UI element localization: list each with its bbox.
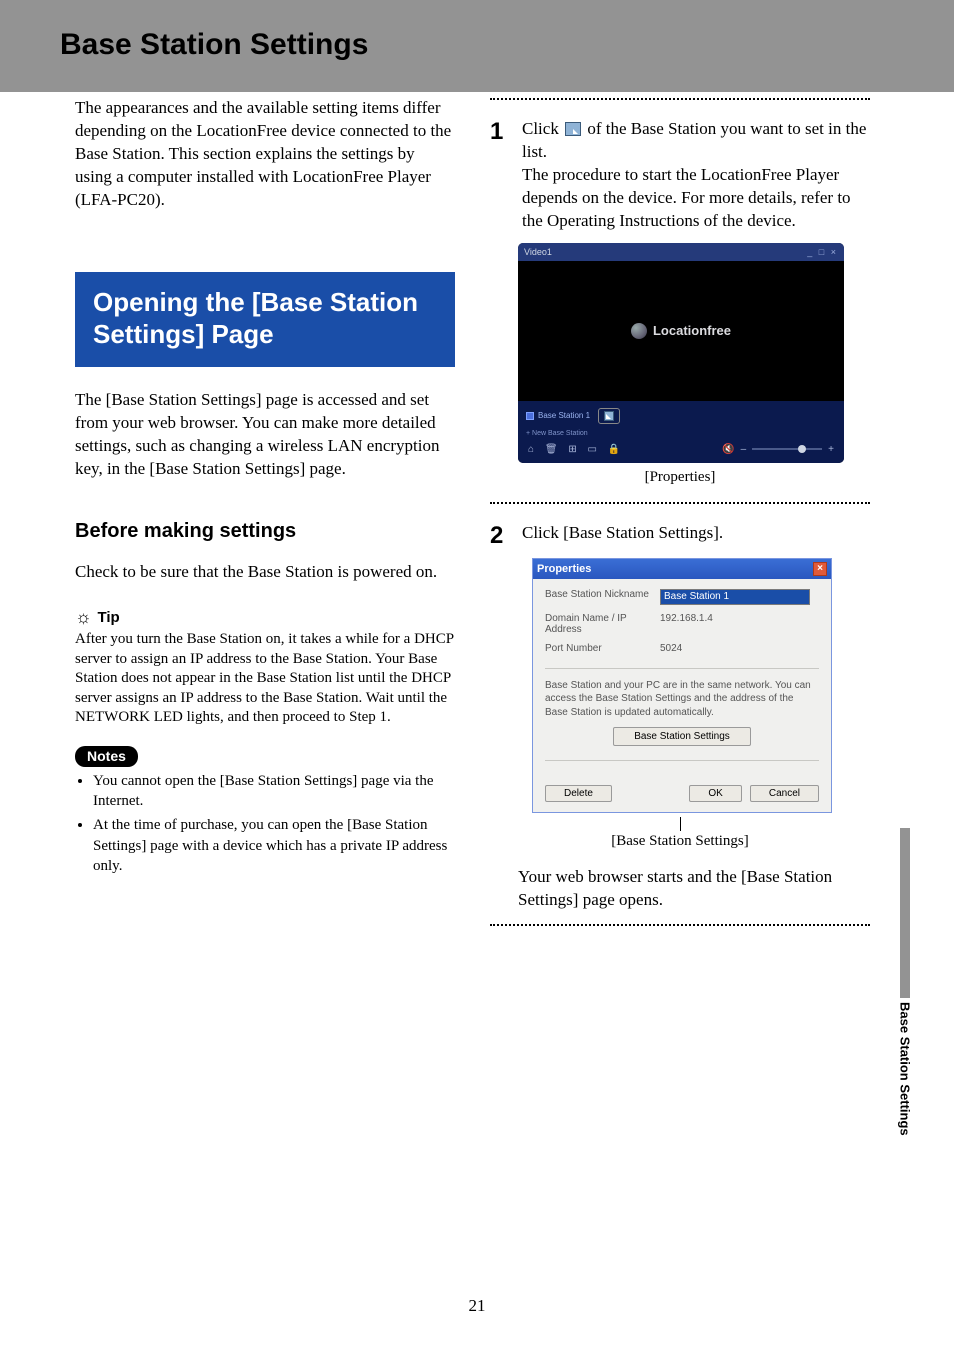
app-titlebar: Video1 _ □ × [518, 243, 844, 261]
locationfree-logo-text: Locationfree [653, 323, 731, 338]
app-canvas: Locationfree [518, 261, 844, 401]
tip-row: ☼ Tip [75, 608, 455, 626]
ok-button[interactable]: OK [689, 785, 741, 802]
figure-caption: [Base Station Settings] [490, 833, 870, 850]
notes-item: You cannot open the [Base Station Settin… [93, 771, 455, 812]
section-paragraph: The [Base Station Settings] page is acce… [75, 389, 455, 481]
nickname-label: Base Station Nickname [545, 589, 660, 605]
nickname-row: Base Station Nickname [545, 589, 819, 605]
dialog-separator [545, 760, 819, 761]
properties-icon[interactable] [565, 122, 581, 136]
domain-label: Domain Name / IP Address [545, 613, 660, 635]
callout-line [680, 817, 681, 831]
dotted-divider [490, 98, 870, 100]
mute-icon[interactable]: 🔇 [722, 444, 734, 455]
step-body: Click of the Base Station you want to se… [522, 118, 870, 233]
page-number: 21 [0, 1296, 954, 1316]
dialog-body: Base Station Nickname Domain Name / IP A… [533, 579, 831, 813]
locationfree-logo-icon [631, 323, 647, 339]
minus-icon[interactable]: – [741, 444, 747, 455]
dialog-separator [545, 668, 819, 669]
app-lower-panel: Base Station 1 + New Base Station ⌂ 🗑 ⊞ … [518, 401, 844, 463]
lightbulb-icon: ☼ [75, 608, 92, 626]
dialog-button-bar: Delete OK Cancel [545, 771, 819, 802]
toolbar-left: ⌂ 🗑 ⊞ ▭ 🔒 [528, 444, 628, 455]
tip-body: After you turn the Base Station on, it t… [75, 630, 455, 728]
tip-label: Tip [98, 609, 120, 626]
step-number: 1 [490, 118, 508, 233]
volume-slider[interactable] [752, 448, 822, 450]
dialog-message: Base Station and your PC are in the same… [545, 679, 819, 720]
notes-label: Notes [75, 746, 138, 767]
add-icon[interactable]: ⊞ [568, 444, 576, 455]
side-tab-bar [900, 828, 910, 998]
page-header: Base Station Settings [0, 0, 954, 92]
locationfree-window: Video1 _ □ × Locationfree Base Station 1… [518, 243, 844, 463]
bss-button-row: Base Station Settings [545, 727, 819, 746]
delete-button[interactable]: Delete [545, 785, 612, 802]
left-column: The appearances and the available settin… [75, 92, 455, 880]
properties-icon[interactable] [598, 408, 620, 424]
settings-icon[interactable]: ▭ [587, 444, 596, 455]
plus-icon[interactable]: + [828, 444, 834, 455]
step1-text-c: The procedure to start the LocationFree … [522, 165, 851, 230]
page-title: Base Station Settings [60, 28, 954, 62]
toolbar-right: 🔇 – + [722, 444, 834, 455]
nickname-input[interactable] [660, 589, 810, 605]
port-row: Port Number 5024 [545, 643, 819, 654]
step-number: 2 [490, 522, 508, 548]
base-station-settings-button[interactable]: Base Station Settings [613, 727, 751, 746]
trash-icon[interactable]: 🗑 [545, 444, 558, 455]
notes-list: You cannot open the [Base Station Settin… [93, 771, 455, 876]
port-label: Port Number [545, 643, 660, 654]
base-station-name: Base Station 1 [538, 411, 590, 420]
base-station-icon [526, 412, 534, 420]
side-tab-text: Base Station Settings [898, 1002, 913, 1136]
window-controls[interactable]: _ □ × [807, 247, 838, 257]
closing-paragraph: Your web browser starts and the [Base St… [518, 866, 858, 912]
step1-text-a: Click [522, 119, 563, 138]
home-icon[interactable]: ⌂ [528, 444, 534, 455]
side-tab: Base Station Settings [894, 828, 916, 1136]
port-value: 5024 [660, 643, 682, 654]
intro-paragraph: The appearances and the available settin… [75, 97, 455, 212]
domain-value: 192.168.1.4 [660, 613, 713, 635]
notes-item: At the time of purchase, you can open th… [93, 815, 455, 876]
figure-caption: [Properties] [490, 469, 870, 486]
subheading-before: Before making settings [75, 520, 455, 543]
right-column: 1 Click of the Base Station you want to … [490, 92, 870, 926]
app-toolbar: ⌂ 🗑 ⊞ ▭ 🔒 🔇 – + [524, 440, 838, 457]
cancel-button[interactable]: Cancel [750, 785, 819, 802]
base-station-list-item[interactable]: Base Station 1 [524, 405, 838, 427]
dotted-divider [490, 924, 870, 926]
check-power-paragraph: Check to be sure that the Base Station i… [75, 561, 455, 584]
step-2: 2 Click [Base Station Settings]. [490, 522, 870, 548]
dotted-divider [490, 502, 870, 504]
dialog-titlebar: Properties × [533, 559, 831, 579]
domain-row: Domain Name / IP Address 192.168.1.4 [545, 613, 819, 635]
properties-dialog: Properties × Base Station Nickname Domai… [532, 558, 832, 814]
app-title: Video1 [524, 247, 552, 257]
step-body: Click [Base Station Settings]. [522, 522, 723, 548]
dialog-title: Properties [537, 563, 591, 575]
lock-icon[interactable]: 🔒 [608, 444, 620, 455]
add-base-station-link[interactable]: + New Base Station [524, 427, 838, 440]
close-icon[interactable]: × [813, 562, 827, 576]
section-heading-box: Opening the [Base Station Settings] Page [75, 272, 455, 367]
step-1: 1 Click of the Base Station you want to … [490, 118, 870, 233]
